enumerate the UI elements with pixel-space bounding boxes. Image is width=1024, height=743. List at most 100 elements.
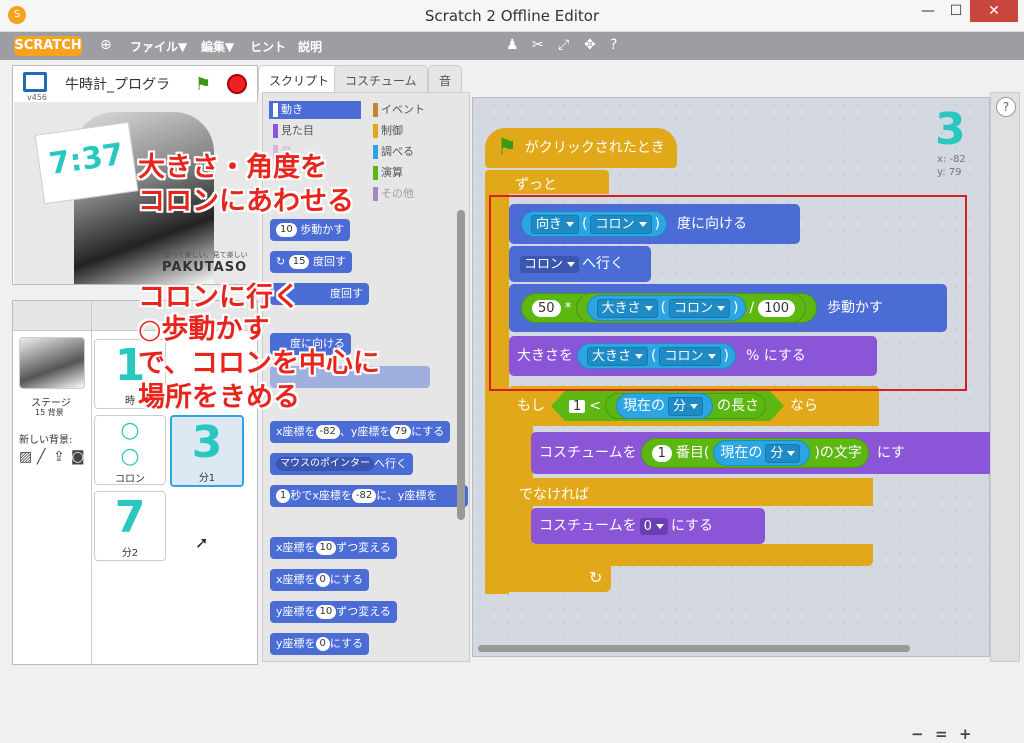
zoom-out-button[interactable]: − [911, 725, 924, 743]
help-button[interactable]: ? [996, 97, 1016, 117]
script-area-hscroll[interactable] [478, 645, 910, 652]
palette-change-x-block[interactable]: x座標を 10 ずつ変える [270, 537, 397, 559]
dd-text: 0 [643, 518, 652, 534]
palette-goto-xy-block[interactable]: x座標を -82 、y座標を 79 にする [270, 421, 451, 443]
pv-glide-x[interactable]: -82 [351, 489, 377, 503]
close-button[interactable]: ✕ [970, 0, 1018, 22]
block-text: y座標を [276, 605, 316, 618]
forever-block-bottom[interactable]: ↻ [485, 566, 611, 592]
block-text: なら [790, 398, 819, 414]
new-background-label: 新しい背景: [19, 435, 73, 446]
when-flag-clicked-block[interactable]: ⚑ がクリックされたとき [485, 128, 677, 168]
sprite-thumb-minute2[interactable]: 7 分2 [94, 491, 166, 561]
pv-sy[interactable]: 0 [315, 637, 330, 651]
sprite-glyph: 7 [114, 492, 146, 543]
palette-change-y-block[interactable]: y座標を 10 ずつ変える [270, 601, 397, 623]
minimize-button[interactable]: — [914, 0, 942, 22]
block-text: もし [517, 398, 545, 414]
lt-operator[interactable]: 1 < 現在の 分 の長さ [551, 391, 784, 421]
category-label: 調べる [381, 145, 414, 158]
category-sensing[interactable]: 調べる [369, 143, 414, 161]
globe-icon[interactable]: ⊕ [100, 37, 112, 53]
block-text: x座標を [276, 425, 316, 438]
current-minute-reporter[interactable]: 現在の 分 [616, 393, 713, 419]
tab-sounds[interactable]: 音 [428, 65, 463, 92]
length-reporter[interactable]: 現在の 分 の長さ [605, 393, 766, 419]
palette-scrollbar[interactable] [457, 210, 465, 520]
palette-goto-mouse-block[interactable]: マウスのポインター へ行く [270, 453, 413, 475]
project-title-input[interactable]: 牛時計_プログラ [65, 74, 170, 94]
pv-gy[interactable]: 79 [390, 425, 412, 439]
pv-cx[interactable]: 10 [315, 541, 337, 555]
duplicate-icon[interactable]: ♟ [506, 37, 519, 53]
letter-of-operator[interactable]: 1 番目( 現在の 分 )の文字 [640, 438, 869, 468]
category-events[interactable]: イベント [369, 101, 425, 119]
forever-block-top[interactable]: ずっと [485, 170, 609, 194]
loop-arrow-icon: ↻ [589, 568, 603, 587]
palette-glide-block[interactable]: 1 秒でx座標を -82 に、y座標を [270, 485, 468, 507]
paint-bg-icon[interactable]: ▨ [19, 449, 32, 465]
menu-file[interactable]: ファイル▼ [130, 38, 187, 55]
dd-mouse[interactable]: マウスのポインター [276, 457, 374, 471]
else-row[interactable]: でなければ [509, 478, 873, 506]
menu-hint[interactable]: ヒント [250, 38, 286, 55]
sprite-label: 分1 [198, 473, 216, 484]
current-minute-reporter[interactable]: 現在の 分 [713, 440, 811, 466]
zoom-reset-button[interactable]: = [935, 725, 948, 743]
pv-sx[interactable]: 0 [315, 573, 330, 587]
cut-icon[interactable]: ✂ [532, 37, 544, 53]
category-operators[interactable]: 演算 [369, 164, 403, 182]
block-text: ずつ変える [336, 605, 391, 618]
pv-turn[interactable]: 15 [288, 255, 310, 269]
sprite-thumb-colon[interactable]: ○ ○ コロン [94, 415, 166, 485]
watermark-sub: 使って楽しい、見て楽しい [164, 251, 248, 259]
category-motion[interactable]: 動き [269, 101, 361, 119]
palette-move-block[interactable]: 10 歩動かす [270, 219, 351, 241]
brush-bg-icon[interactable]: ╱ [37, 449, 45, 465]
palette-set-x-block[interactable]: x座標を 0 にする [270, 569, 370, 591]
costume-num-input[interactable]: 1 [651, 444, 672, 462]
menu-edit[interactable]: 編集▼ [201, 38, 234, 55]
switch-costume-block[interactable]: コスチュームを 1 番目( 現在の 分 )の文字 にす [531, 432, 991, 474]
stop-icon[interactable] [227, 74, 247, 94]
block-text: にする [329, 573, 364, 586]
time-unit-dropdown[interactable]: 分 [668, 397, 703, 416]
sprite-thumb-minute1[interactable]: 3 分1 [170, 415, 244, 487]
scratch-logo[interactable]: SCRATCH [14, 36, 82, 56]
category-more[interactable]: その他 [369, 185, 414, 203]
shrink-icon[interactable]: ✥ [584, 37, 596, 53]
green-flag-icon[interactable]: ⚑ [195, 74, 211, 95]
palette-turn-cw-block[interactable]: ↻ 15 度回す [270, 251, 352, 273]
fullscreen-icon[interactable] [23, 72, 47, 92]
reporter-text: 現在の [623, 398, 666, 414]
switch-costume-2-block[interactable]: コスチュームを 0 にする [531, 508, 765, 544]
block-text: 、y座標を [339, 425, 391, 438]
category-looks[interactable]: 見た目 [269, 122, 314, 140]
help-icon[interactable]: ? [610, 37, 617, 53]
dd-text: 分 [770, 445, 784, 461]
pv-glide-secs[interactable]: 1 [276, 489, 291, 503]
zoom-in-button[interactable]: + [959, 725, 972, 743]
grow-icon[interactable]: ⤢ [558, 37, 569, 53]
menu-about[interactable]: 説明 [298, 38, 322, 55]
category-control[interactable]: 制御 [369, 122, 403, 140]
pv-move[interactable]: 10 [276, 223, 297, 237]
block-text: がクリックされたとき [524, 140, 665, 156]
pv-gx[interactable]: -82 [315, 425, 340, 439]
annotation-b2: ○歩動かす [138, 314, 270, 345]
tab-scripts[interactable]: スクリプト [258, 65, 341, 92]
tab-costumes[interactable]: コスチューム [334, 65, 428, 92]
if-else-block-top[interactable]: もし 1 < 現在の 分 の長さ なら [509, 386, 879, 426]
reporter-text: の長さ [717, 398, 760, 414]
camera-bg-icon[interactable]: ◙ [71, 449, 85, 465]
pv-cy[interactable]: 10 [315, 605, 337, 619]
maximize-button[interactable]: ☐ [942, 0, 970, 22]
costume-dropdown[interactable]: 0 [639, 517, 668, 535]
palette-set-y-block[interactable]: y座標を 0 にする [270, 633, 370, 655]
time-unit-dropdown[interactable]: 分 [765, 443, 801, 463]
annotation-b3: で、コロンを中心に [138, 348, 380, 379]
if-num-input[interactable]: 1 [569, 400, 585, 413]
rotate-cw-icon: ↻ [276, 255, 286, 268]
upload-bg-icon[interactable]: ⇪ [53, 449, 65, 465]
stage-thumbnail[interactable] [19, 337, 85, 389]
